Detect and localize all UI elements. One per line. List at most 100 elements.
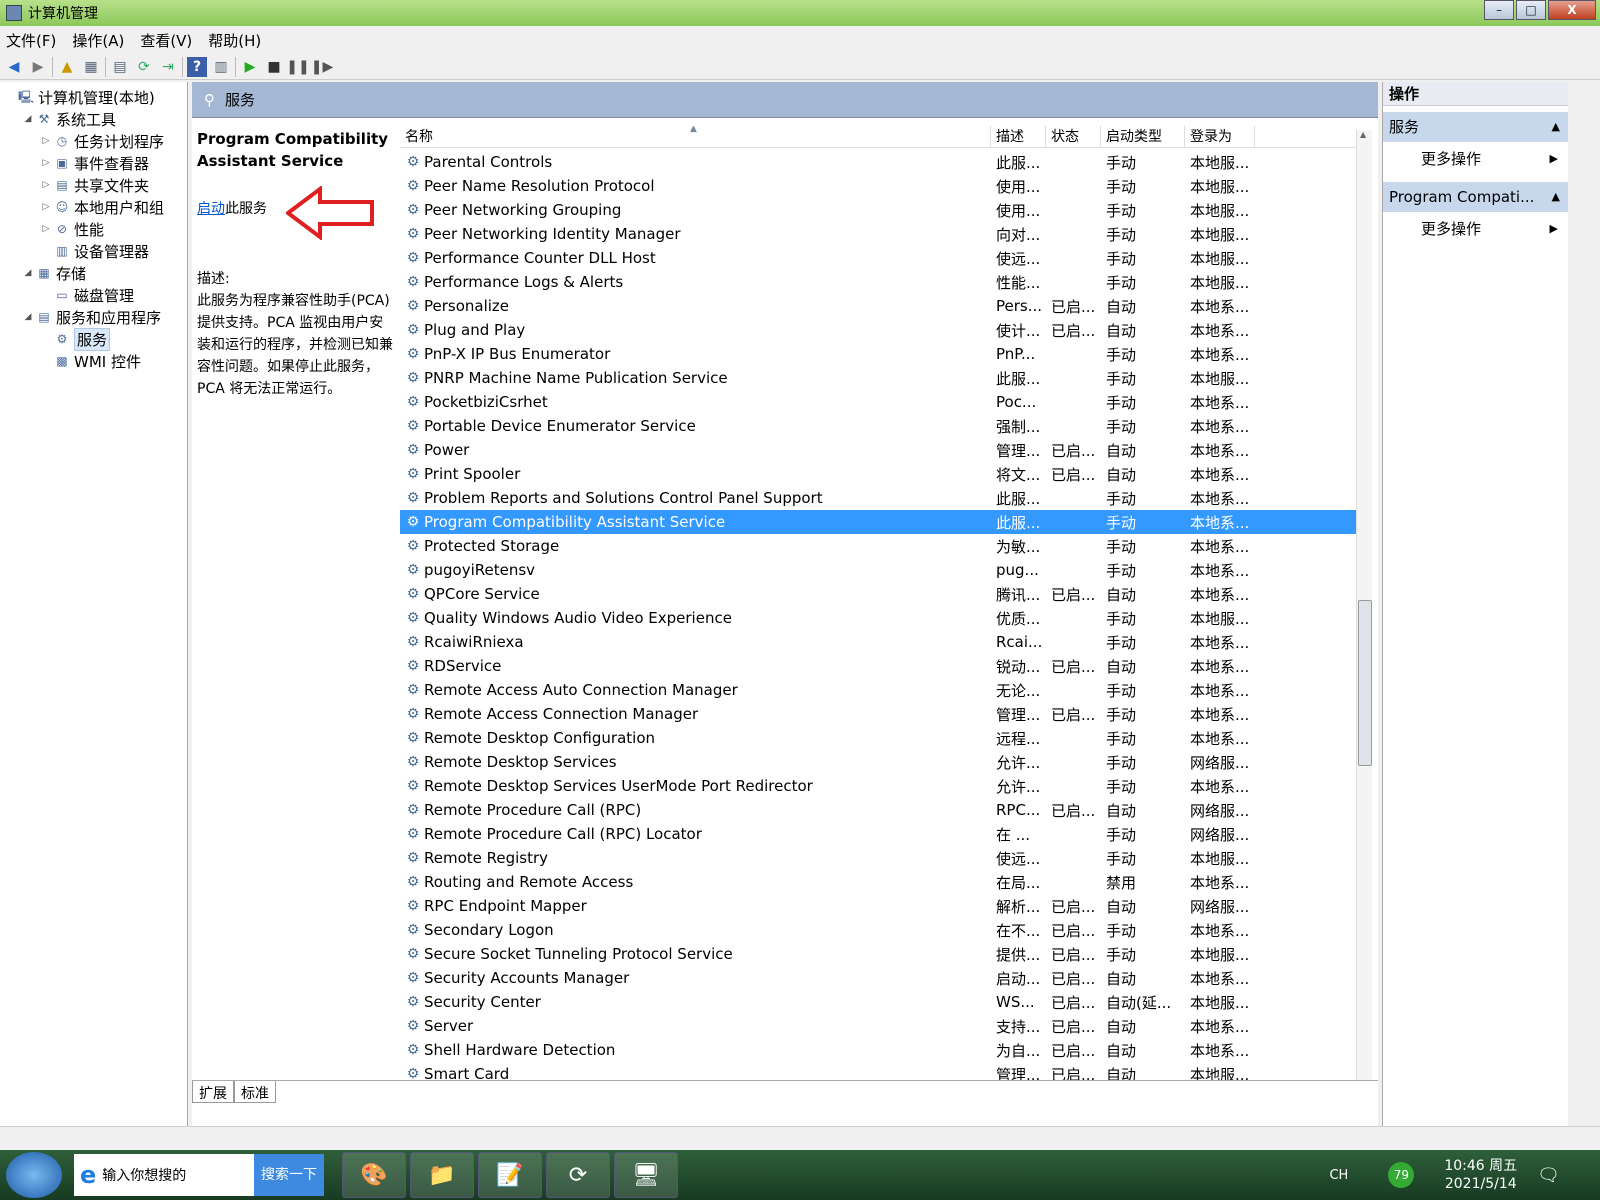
computer-management-taskbar-icon[interactable]: 🖥 — [614, 1152, 678, 1198]
tree-node[interactable]: ▷ ⊘ 性能 — [0, 218, 187, 240]
column-name[interactable]: 名称 ▲ — [400, 126, 991, 147]
service-row[interactable]: ⚙ Secondary Logon 在不... 已启... 手动 本地系... — [400, 918, 1360, 942]
security-score-badge[interactable]: 79 — [1388, 1162, 1415, 1188]
clock[interactable]: 10:46 周五 2021/5/14 — [1444, 1157, 1517, 1193]
start-service-link[interactable]: 启动 — [197, 201, 225, 217]
tab-extended[interactable]: 扩展 — [192, 1081, 234, 1103]
service-row[interactable]: ⚙ Peer Name Resolution Protocol 使用... 手动 本地服… — [400, 174, 1360, 198]
pause-service-icon[interactable]: ❚❚ — [286, 57, 309, 77]
column-logon-as[interactable]: 登录为 — [1185, 126, 1255, 147]
service-row[interactable]: ⚙ RPC Endpoint Mapper 解析... 已启... 自动 网络服... — [400, 894, 1360, 918]
tree-node[interactable]: ▩ WMI 控件 — [0, 350, 187, 372]
service-row[interactable]: ⚙ Remote Registry 使远... 手动 本地服... — [400, 846, 1360, 870]
expand-arrow-icon[interactable]: ▷ — [40, 224, 52, 234]
tree-node[interactable]: 🖳 计算机管理(本地) — [0, 86, 187, 108]
service-row[interactable]: ⚙ PNRP Machine Name Publication Service 此服… — [400, 366, 1360, 390]
tree-node[interactable]: ▥ 设备管理器 — [0, 240, 187, 262]
tree-node[interactable]: ▷ ☺ 本地用户和组 — [0, 196, 187, 218]
service-row[interactable]: ⚙ PnP-X IP Bus Enumerator PnP... 手动 本地系... — [400, 342, 1360, 366]
scroll-up-icon[interactable]: ▲ — [1360, 130, 1366, 139]
tree-node[interactable]: ◢ ▤ 服务和应用程序 — [0, 306, 187, 328]
action-pane-icon[interactable]: ▥ — [211, 57, 231, 77]
expand-arrow-icon[interactable]: ◢ — [22, 312, 34, 322]
stop-service-icon[interactable]: ■ — [264, 57, 284, 77]
service-row[interactable]: ⚙ Problem Reports and Solutions Control P… — [400, 486, 1360, 510]
tab-standard[interactable]: 标准 — [234, 1081, 276, 1103]
service-row[interactable]: ⚙ PocketbiziCsrhet Poc... 手动 本地系... — [400, 390, 1360, 414]
close-button[interactable]: X — [1548, 0, 1596, 20]
service-row[interactable]: ⚙ Peer Networking Grouping 使用... 手动 本地服... — [400, 198, 1360, 222]
minimize-button[interactable]: – — [1484, 0, 1514, 20]
service-row[interactable]: ⚙ Security Accounts Manager 启动... 已启... 自动 本地… — [400, 966, 1360, 990]
service-row[interactable]: ⚙ Shell Hardware Detection 为自... 已启... 自动 本地系… — [400, 1038, 1360, 1062]
tree-node[interactable]: ⚙ 服务 — [0, 327, 187, 351]
maximize-button[interactable]: □ — [1516, 0, 1546, 20]
start-button[interactable] — [6, 1152, 62, 1198]
scrollbar-thumb[interactable] — [1358, 600, 1372, 766]
service-row[interactable]: ⚙ QPCore Service 腾讯... 已启... 自动 本地系... — [400, 582, 1360, 606]
expand-arrow-icon[interactable]: ▷ — [40, 136, 52, 146]
service-row[interactable]: ⚙ Performance Logs & Alerts 性能... 手动 本地服... — [400, 270, 1360, 294]
actions-section-selected-service[interactable]: Program Compati... ▲ — [1383, 182, 1568, 212]
service-row[interactable]: ⚙ Portable Device Enumerator Service 强制...… — [400, 414, 1360, 438]
expand-arrow-icon[interactable]: ◢ — [22, 268, 34, 278]
properties-icon[interactable]: ▤ — [110, 57, 130, 77]
export-icon[interactable]: ⇥ — [158, 57, 178, 77]
service-row[interactable]: ⚙ Remote Procedure Call (RPC) RPC... 已启... 自… — [400, 798, 1360, 822]
expand-arrow-icon[interactable]: ◢ — [22, 114, 34, 124]
show-tree-icon[interactable]: ▦ — [81, 57, 101, 77]
service-row[interactable]: ⚙ Remote Desktop Services 允许... 手动 网络服... — [400, 750, 1360, 774]
service-row[interactable]: ⚙ Protected Storage 为敏... 手动 本地系... — [400, 534, 1360, 558]
service-row[interactable]: ⚙ Remote Access Connection Manager 管理... 已启… — [400, 702, 1360, 726]
back-icon[interactable]: ◀ — [4, 57, 24, 77]
explorer-icon[interactable]: 📁 — [410, 1152, 474, 1198]
service-row[interactable]: ⚙ Remote Procedure Call (RPC) Locator 在 ..… — [400, 822, 1360, 846]
help-icon[interactable]: ? — [187, 56, 207, 77]
column-startup-type[interactable]: 启动类型 — [1101, 126, 1185, 147]
forward-icon[interactable]: ▶ — [28, 57, 48, 77]
actions-section-services[interactable]: 服务 ▲ — [1383, 112, 1568, 142]
input-language[interactable]: CH — [1329, 1168, 1348, 1183]
service-row[interactable]: ⚙ Performance Counter DLL Host 使远... 手动 本地服.… — [400, 246, 1360, 270]
service-row[interactable]: ⚙ pugoyiRetensv pug... 手动 本地系... — [400, 558, 1360, 582]
service-row[interactable]: ⚙ RDService 锐动... 已启... 自动 本地系... — [400, 654, 1360, 678]
service-row[interactable]: ⚙ Power 管理... 已启... 自动 本地系... — [400, 438, 1360, 462]
menu-help[interactable]: 帮助(H) — [208, 30, 261, 51]
menu-view[interactable]: 查看(V) — [140, 30, 192, 51]
service-row[interactable]: ⚙ Remote Access Auto Connection Manager 无论… — [400, 678, 1360, 702]
expand-arrow-icon[interactable]: ▷ — [40, 158, 52, 168]
service-row[interactable]: ⚙ Smart Card 管理... 已启... 自动 本地服... — [400, 1062, 1360, 1080]
tree-node[interactable]: ▷ ▣ 事件查看器 — [0, 152, 187, 174]
more-actions-selected-service[interactable]: 更多操作 ▶ — [1383, 212, 1568, 246]
notepad-icon[interactable]: 📝 — [478, 1152, 542, 1198]
collapse-icon[interactable]: ▲ — [1552, 182, 1560, 212]
service-row[interactable]: ⚙ Remote Desktop Services UserMode Port R… — [400, 774, 1360, 798]
vertical-scrollbar[interactable]: ▲ — [1356, 130, 1372, 1080]
service-row[interactable]: ⚙ Plug and Play 使计... 已启... 自动 本地系... — [400, 318, 1360, 342]
tree-node[interactable]: ◢ ▦ 存储 — [0, 262, 187, 284]
column-description[interactable]: 描述 — [991, 126, 1046, 147]
expand-arrow-icon[interactable]: ▷ — [40, 180, 52, 190]
service-row[interactable]: ⚙ Peer Networking Identity Manager 向对... 手动… — [400, 222, 1360, 246]
tree-node[interactable]: ▷ ▤ 共享文件夹 — [0, 174, 187, 196]
service-row[interactable]: ⚙ Print Spooler 将文... 已启... 自动 本地系... — [400, 462, 1360, 486]
search-button[interactable]: 搜索一下 — [254, 1154, 324, 1196]
up-folder-icon[interactable]: ▲ — [57, 57, 77, 77]
service-row[interactable]: ⚙ Security Center WS... 已启... 自动(延... 本地服... — [400, 990, 1360, 1014]
restart-service-icon[interactable]: ❚▶ — [311, 57, 334, 77]
service-row[interactable]: ⚙ Server 支持... 已启... 自动 本地系... — [400, 1014, 1360, 1038]
service-row[interactable]: ⚙ RcaiwiRniexa Rcai... 手动 本地系... — [400, 630, 1360, 654]
paint-icon[interactable]: 🎨 — [342, 1152, 406, 1198]
service-row[interactable]: ⚙ Secure Socket Tunneling Protocol Servic… — [400, 942, 1360, 966]
menu-action[interactable]: 操作(A) — [72, 30, 124, 51]
refresh-icon[interactable]: ⟳ — [134, 57, 154, 77]
expand-arrow-icon[interactable]: ▷ — [40, 202, 52, 212]
service-row[interactable]: ⚙ Quality Windows Audio Video Experience 优… — [400, 606, 1360, 630]
service-row[interactable]: ⚙ Routing and Remote Access 在局... 禁用 本地系... — [400, 870, 1360, 894]
taskbar-search[interactable]: e 输入你想搜的 — [74, 1154, 254, 1196]
tree-node[interactable]: ◢ ⚒ 系统工具 — [0, 108, 187, 130]
tree-node[interactable]: ▷ ◷ 任务计划程序 — [0, 130, 187, 152]
menu-file[interactable]: 文件(F) — [6, 30, 56, 51]
more-actions-services[interactable]: 更多操作 ▶ — [1383, 142, 1568, 176]
start-service-icon[interactable]: ▶ — [240, 57, 260, 77]
